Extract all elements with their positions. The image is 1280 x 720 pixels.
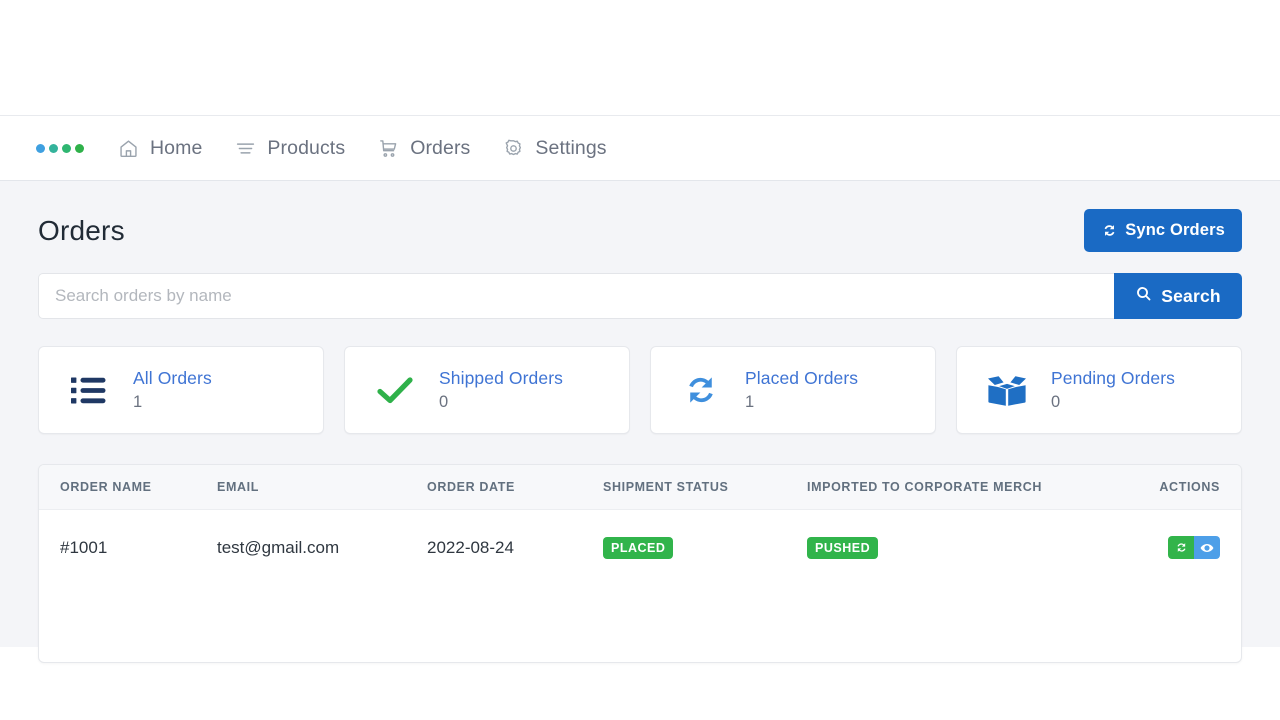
search-button[interactable]: Search [1114, 273, 1242, 319]
nav-item-products-label: Products [267, 136, 346, 159]
cell-shipment-status: PLACED [603, 510, 807, 586]
stat-card-all-orders[interactable]: All Orders 1 [38, 346, 324, 434]
stat-card-pending-orders-text: Pending Orders 0 [1051, 368, 1175, 413]
stat-card-pending-orders-value: 0 [1051, 393, 1061, 412]
sync-orders-button[interactable]: Sync Orders [1084, 209, 1242, 252]
stat-card-all-orders-label: All Orders [133, 367, 212, 388]
nav-item-home-label: Home [150, 136, 203, 159]
list-lines-icon [234, 137, 256, 159]
stat-card-shipped-orders[interactable]: Shipped Orders 0 [344, 346, 630, 434]
home-icon [117, 137, 139, 159]
column-header-imported-to-corporate-merch: IMPORTED TO CORPORATE MERCH [807, 465, 1117, 510]
stat-card-shipped-orders-value: 0 [439, 393, 449, 412]
list-bullets-icon [67, 368, 111, 412]
nav-item-products[interactable]: Products [234, 137, 345, 160]
four-dot-logo[interactable] [36, 143, 84, 153]
nav-item-settings[interactable]: Settings [502, 136, 607, 160]
sync-icon [679, 368, 723, 412]
stat-cards: All Orders 1 Shipped Orders 0 Placed Ord… [38, 346, 1242, 434]
sync-icon [1175, 541, 1188, 554]
nav-items: Home Products Orders Settings [117, 137, 639, 160]
search-icon [1135, 285, 1152, 307]
search-button-label: Search [1161, 285, 1221, 306]
logo-dot-2 [49, 143, 58, 153]
stat-card-shipped-orders-label: Shipped Orders [439, 367, 563, 388]
column-header-order-name: ORDER NAME [39, 465, 217, 510]
app-page: Home Products Orders Settings Orders Syn… [0, 0, 1280, 720]
cell-actions [1117, 510, 1241, 586]
row-action-group [1168, 536, 1220, 560]
stat-card-all-orders-value: 1 [133, 393, 143, 412]
status-badge-shipment: PLACED [603, 536, 674, 559]
logo-dot-3 [62, 143, 71, 153]
search-bar: Search [38, 273, 1242, 319]
cell-order-date: 2022-08-24 [427, 537, 514, 557]
stat-card-placed-orders-value: 1 [745, 393, 755, 412]
column-header-order-date: ORDER DATE [427, 465, 603, 510]
orders-table-card: ORDER NAME EMAIL ORDER DATE SHIPMENT STA… [38, 464, 1242, 663]
gear-icon [502, 137, 524, 159]
top-navigation-bar: Home Products Orders Settings [0, 115, 1280, 181]
cell-imported-status: PUSHED [807, 510, 1117, 586]
orders-table-body: #1001 test@gmail.com 2022-08-24 PLACED P… [39, 510, 1241, 662]
stat-card-placed-orders-text: Placed Orders 1 [745, 368, 858, 413]
table-spacer-cell [39, 586, 1241, 662]
column-header-actions: ACTIONS [1117, 465, 1241, 510]
search-input[interactable] [38, 273, 1114, 319]
stat-card-pending-orders-label: Pending Orders [1051, 367, 1175, 388]
orders-table-header-row: ORDER NAME EMAIL ORDER DATE SHIPMENT STA… [39, 465, 1241, 510]
stat-card-all-orders-text: All Orders 1 [133, 368, 212, 413]
column-header-shipment-status: SHIPMENT STATUS [603, 465, 807, 510]
sync-orders-button-label: Sync Orders [1125, 221, 1225, 239]
column-header-email: EMAIL [217, 465, 427, 510]
stat-card-shipped-orders-text: Shipped Orders 0 [439, 368, 563, 413]
table-row[interactable]: #1001 test@gmail.com 2022-08-24 PLACED P… [39, 510, 1241, 586]
logo-dot-4 [75, 143, 84, 153]
main-content: Orders Sync Orders Search orders by name… [0, 181, 1280, 663]
stat-card-placed-orders[interactable]: Placed Orders 1 [650, 346, 936, 434]
resync-order-button[interactable] [1168, 536, 1194, 560]
open-box-icon [985, 368, 1029, 412]
check-icon [373, 368, 417, 412]
page-title: Orders [38, 214, 125, 246]
shopping-cart-icon [377, 137, 399, 159]
page-header: Orders Sync Orders [38, 181, 1242, 252]
orders-table-head: ORDER NAME EMAIL ORDER DATE SHIPMENT STA… [39, 465, 1241, 510]
logo-dot-1 [36, 143, 45, 153]
table-spacer-row [39, 586, 1241, 662]
nav-item-settings-label: Settings [535, 136, 607, 159]
eye-icon [1200, 541, 1214, 555]
stat-card-pending-orders[interactable]: Pending Orders 0 [956, 346, 1242, 434]
status-badge-imported: PUSHED [807, 536, 879, 559]
stat-card-placed-orders-label: Placed Orders [745, 367, 859, 388]
nav-item-orders[interactable]: Orders [377, 137, 470, 160]
view-order-button[interactable] [1194, 536, 1220, 560]
orders-table: ORDER NAME EMAIL ORDER DATE SHIPMENT STA… [39, 465, 1241, 662]
cell-email: test@gmail.com [217, 537, 340, 557]
nav-item-home[interactable]: Home [117, 137, 202, 160]
sync-icon [1101, 222, 1118, 239]
cell-order-name: #1001 [60, 537, 108, 557]
nav-item-orders-label: Orders [410, 136, 471, 159]
